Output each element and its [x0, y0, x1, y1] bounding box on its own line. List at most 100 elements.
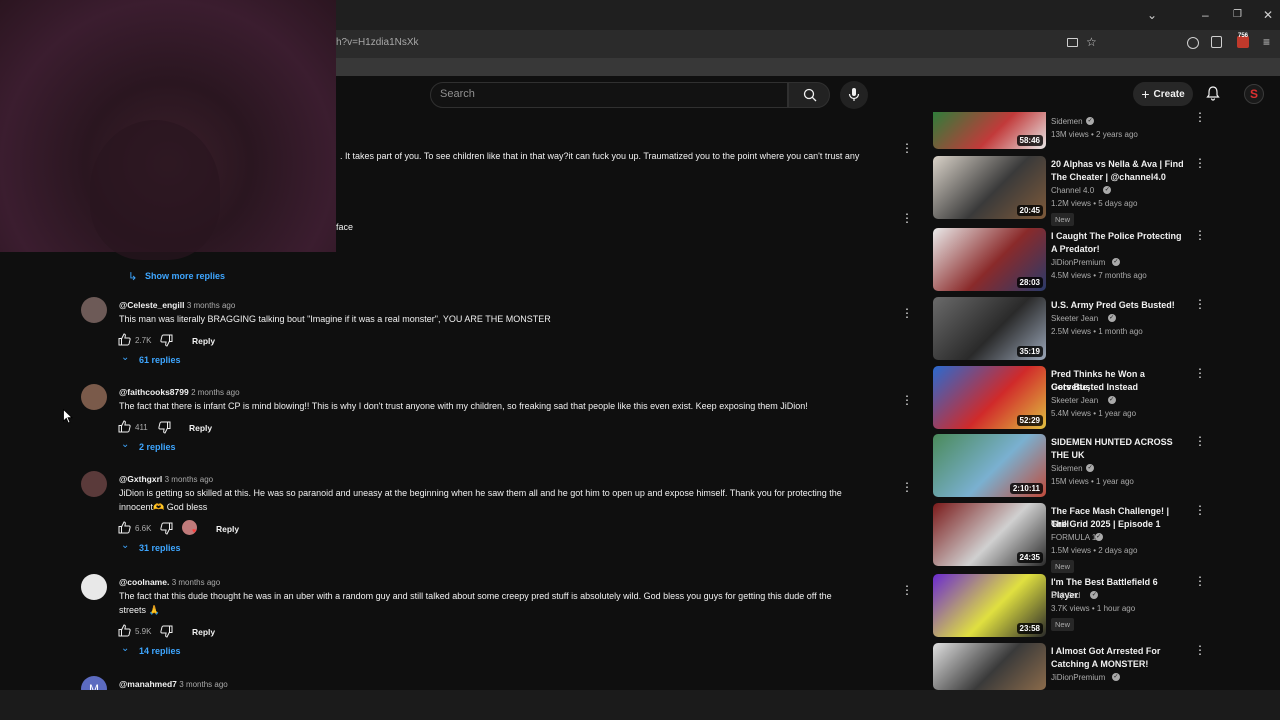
tab-list-chevron-icon[interactable]: ⌄: [1147, 8, 1157, 22]
more-actions-icon[interactable]: ⋮: [901, 212, 913, 224]
dislike-icon[interactable]: [160, 522, 173, 535]
like-icon[interactable]: [118, 420, 131, 433]
account-icon[interactable]: [1187, 37, 1199, 49]
video-title[interactable]: THE UK: [1051, 449, 1186, 462]
view-replies-button[interactable]: 61 replies: [139, 355, 181, 365]
video-channel[interactable]: JiDionPremium: [1051, 258, 1105, 267]
dislike-icon[interactable]: [160, 334, 173, 347]
video-title[interactable]: U.S. Army Pred Gets Busted!: [1051, 299, 1186, 312]
more-actions-icon[interactable]: ⋮: [1194, 229, 1206, 241]
more-actions-icon[interactable]: ⋮: [901, 584, 913, 596]
more-actions-icon[interactable]: ⋮: [901, 481, 913, 493]
chevron-down-icon[interactable]: ⌄: [121, 643, 129, 654]
comment-author[interactable]: @faithcooks8799 2 months ago: [119, 387, 240, 397]
notifications-bell-icon[interactable]: [1206, 86, 1220, 106]
comment-time[interactable]: 3 months ago: [179, 680, 227, 689]
comment-time[interactable]: 3 months ago: [165, 475, 213, 484]
microphone-icon: [848, 88, 860, 101]
comment-text: This man was literally BRAGGING talking …: [119, 314, 551, 324]
dislike-icon[interactable]: [160, 625, 173, 638]
reply-button[interactable]: Reply: [192, 336, 215, 346]
video-channel[interactable]: JiDionPremium: [1051, 673, 1105, 682]
more-actions-icon[interactable]: ⋮: [901, 307, 913, 319]
verified-check-icon: ✓: [1086, 117, 1095, 125]
more-actions-icon[interactable]: ⋮: [1194, 367, 1206, 379]
url-text[interactable]: h?v=H1zdia1NsXk: [336, 37, 419, 48]
comment-avatar[interactable]: [81, 297, 107, 323]
chevron-down-icon[interactable]: ⌄: [121, 352, 129, 363]
more-actions-icon[interactable]: ⋮: [1194, 504, 1206, 516]
comment-avatar[interactable]: [81, 574, 107, 600]
video-channel[interactable]: Sidemen: [1051, 117, 1083, 126]
video-title[interactable]: I Caught The Police Protecting: [1051, 230, 1186, 243]
search-placeholder: Search: [440, 88, 475, 100]
video-title[interactable]: SIDEMEN HUNTED ACROSS: [1051, 436, 1186, 449]
comment-time[interactable]: 3 months ago: [187, 301, 235, 310]
comment-author[interactable]: @Gxthgxrl 3 months ago: [119, 474, 213, 484]
like-icon[interactable]: [118, 520, 131, 534]
video-channel[interactable]: Sidemen: [1051, 464, 1083, 473]
reply-button[interactable]: Reply: [216, 524, 239, 534]
chevron-down-icon[interactable]: ⌄: [121, 540, 129, 551]
more-actions-icon[interactable]: ⋮: [901, 142, 913, 154]
extensions-icon[interactable]: [1211, 36, 1222, 48]
reply-button[interactable]: Reply: [189, 423, 212, 433]
chevron-down-icon[interactable]: ⌄: [121, 439, 129, 450]
create-button[interactable]: + Create: [1133, 82, 1193, 106]
restore-icon[interactable]: ❐: [1233, 9, 1242, 20]
video-title[interactable]: I Almost Got Arrested For: [1051, 645, 1186, 658]
video-title[interactable]: The Cheater | @channel4.0: [1051, 171, 1186, 184]
view-replies-button[interactable]: 14 replies: [139, 646, 181, 656]
more-actions-icon[interactable]: ⋮: [1194, 644, 1206, 656]
comment-time[interactable]: 3 months ago: [172, 578, 220, 587]
comment-author[interactable]: @coolname. 3 months ago: [119, 577, 220, 587]
minimize-icon[interactable]: –: [1202, 8, 1209, 22]
mouse-cursor-icon: [63, 409, 73, 424]
extension-badge-count: 756: [1238, 33, 1249, 39]
more-actions-icon[interactable]: ⋮: [1194, 111, 1206, 123]
video-channel[interactable]: Skeeter Jean: [1051, 314, 1098, 323]
dislike-icon[interactable]: [158, 421, 171, 434]
video-duration: 58:46: [1016, 135, 1043, 146]
video-thumbnail[interactable]: [933, 643, 1046, 690]
video-channel[interactable]: Deji 2nd: [1051, 591, 1080, 600]
view-replies-button[interactable]: 31 replies: [139, 543, 181, 553]
video-channel[interactable]: FORMULA 1: [1051, 533, 1096, 542]
more-actions-icon[interactable]: ⋮: [1194, 157, 1206, 169]
video-title[interactable]: Gets Busted Instead: [1051, 381, 1186, 394]
more-actions-icon[interactable]: ⋮: [1194, 298, 1206, 310]
close-window-icon[interactable]: ✕: [1263, 8, 1273, 22]
comment-author[interactable]: @manahmed7 3 months ago: [119, 679, 228, 689]
menu-hamburger-icon[interactable]: ≡: [1263, 35, 1270, 49]
view-replies-button[interactable]: 2 replies: [139, 442, 176, 452]
more-actions-icon[interactable]: ⋮: [1194, 435, 1206, 447]
video-meta: 5.4M views • 1 year ago: [1051, 409, 1137, 418]
search-button[interactable]: [788, 82, 830, 108]
video-title[interactable]: A Predator!: [1051, 243, 1186, 256]
comment-time[interactable]: 2 months ago: [191, 388, 239, 397]
like-icon[interactable]: [118, 623, 131, 637]
video-title[interactable]: The Grid 2025 | Episode 1: [1051, 518, 1186, 531]
like-icon[interactable]: [118, 333, 131, 346]
voice-search-button[interactable]: [840, 81, 868, 109]
video-meta: 13M views • 2 years ago: [1051, 130, 1138, 139]
comment-avatar[interactable]: [81, 384, 107, 410]
show-more-replies-button[interactable]: Show more replies: [145, 271, 225, 281]
video-meta: 3.7K views • 1 hour ago: [1051, 604, 1136, 613]
like-count: 411: [135, 423, 148, 432]
video-channel[interactable]: Skeeter Jean: [1051, 396, 1098, 405]
search-input[interactable]: [430, 82, 788, 108]
comment-avatar[interactable]: [81, 471, 107, 497]
video-meta: 1.2M views • 5 days ago: [1051, 199, 1138, 208]
comment-author[interactable]: @Celeste_engill 3 months ago: [119, 300, 235, 310]
reply-button[interactable]: Reply: [192, 627, 215, 637]
account-avatar[interactable]: S: [1244, 84, 1264, 104]
video-title[interactable]: Catching A MONSTER!: [1051, 658, 1186, 671]
more-actions-icon[interactable]: ⋮: [1194, 575, 1206, 587]
open-in-app-icon[interactable]: [1067, 38, 1078, 47]
more-actions-icon[interactable]: ⋮: [901, 394, 913, 406]
create-label: Create: [1153, 88, 1185, 100]
video-channel[interactable]: Channel 4.0: [1051, 186, 1094, 195]
bookmark-star-icon[interactable]: ☆: [1086, 35, 1097, 49]
video-title[interactable]: 20 Alphas vs Nella & Ava | Find: [1051, 158, 1186, 171]
